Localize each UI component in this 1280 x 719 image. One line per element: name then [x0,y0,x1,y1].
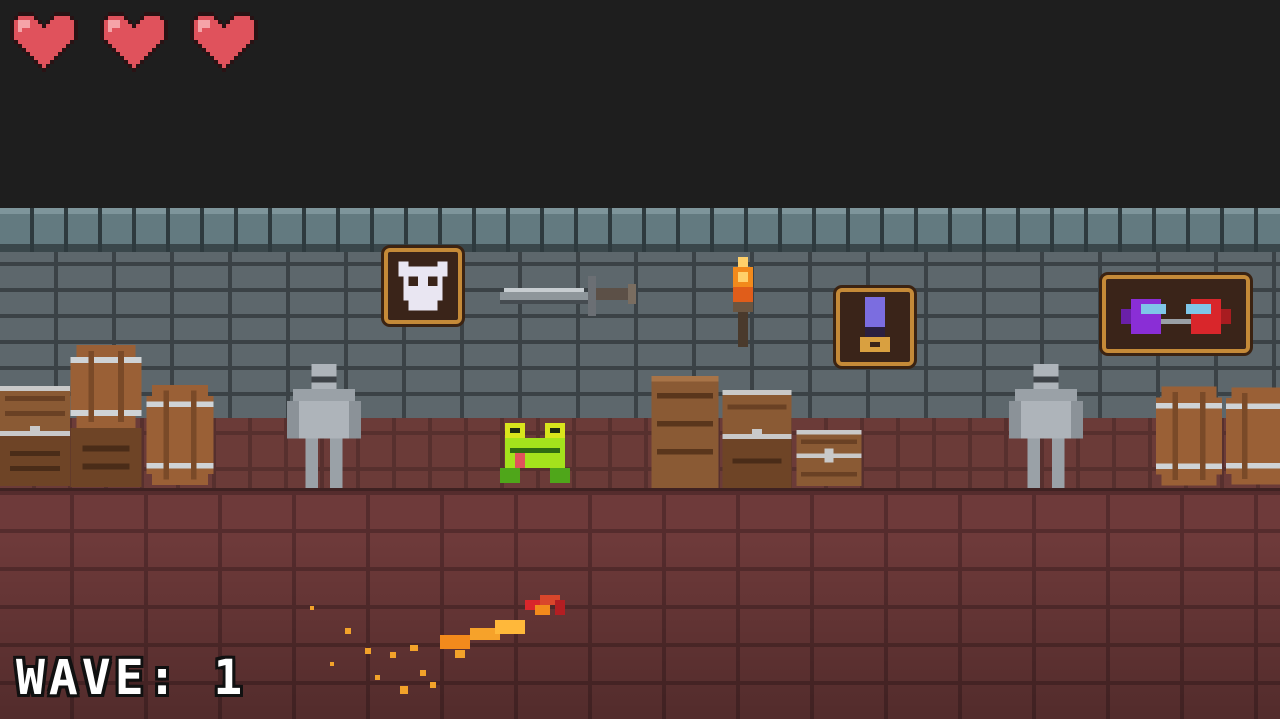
barrel-icon [70,345,142,487]
fire-spark [310,606,314,610]
treasure-chest-icon [0,386,70,486]
fire-spark [420,670,426,676]
fire-spark [455,650,465,658]
fire-spark [440,635,470,649]
fire-spark [375,675,380,680]
fire-trail [290,590,590,700]
wall-top-ledge [0,208,1280,252]
knight-armor-statue-icon [1008,364,1084,488]
potion-frame-icon [836,288,914,366]
wave-counter: WAVE: 1 [16,650,247,706]
barrel-icon [1156,386,1222,486]
knight-armor-statue-icon [286,364,362,488]
fire-spark [495,620,525,634]
fire-spark [345,628,351,634]
heart-icon [100,12,168,72]
bookshelf-icon [651,376,719,488]
skull-emblem-icon [384,248,462,324]
fire-spark [365,648,371,654]
treasure-chest-icon [796,430,862,486]
treasure-chest-icon [722,390,792,488]
fire-spark [430,682,436,688]
fire-spark [400,686,408,694]
torch-icon [733,257,753,347]
sword-icon [500,276,636,316]
fire-spark [410,645,418,651]
barrel-icon [1226,387,1280,485]
frog-icon[interactable] [500,422,570,484]
heart-icon [190,12,258,72]
barrel-icon [146,385,214,485]
fire-spark [330,662,334,666]
lives-bar [10,8,258,76]
crewmates-painting-icon [1102,275,1250,353]
heart-icon [10,12,78,72]
fire-spark [390,652,396,658]
